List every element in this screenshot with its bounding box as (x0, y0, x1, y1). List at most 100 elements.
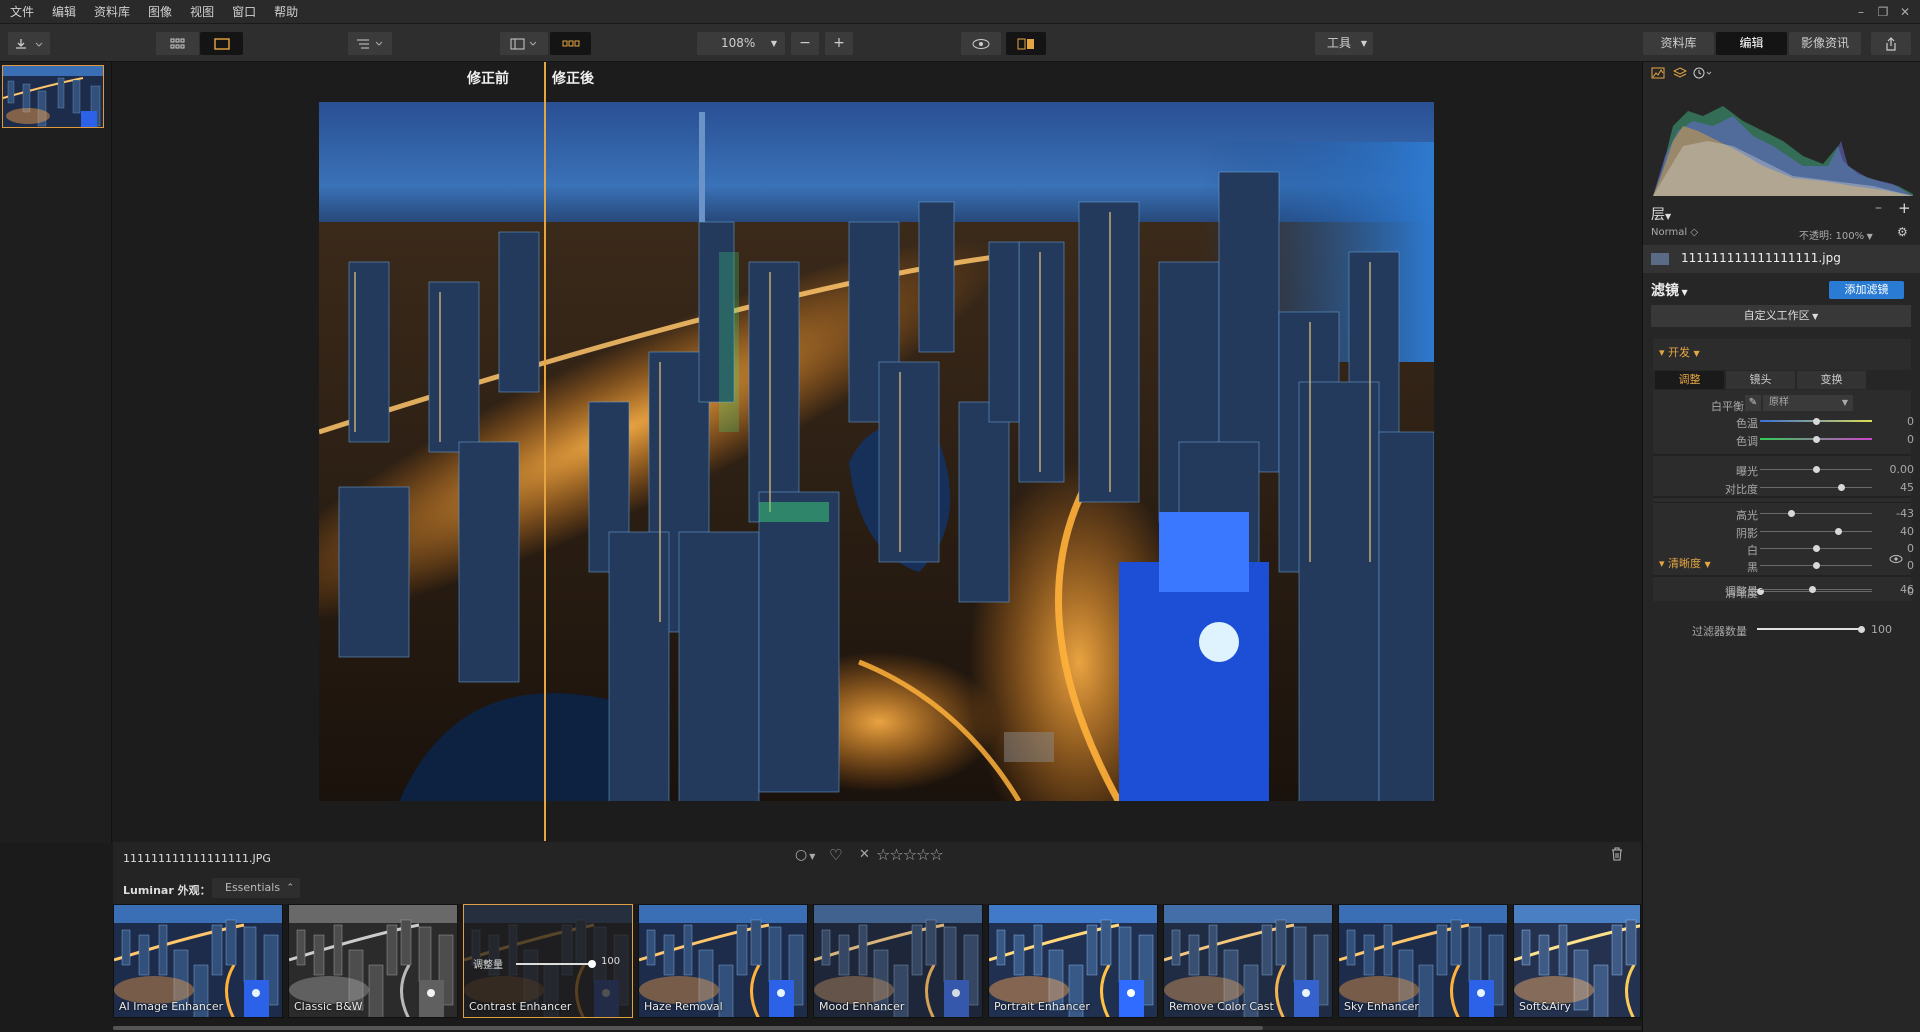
menu-image[interactable]: 图像 (139, 0, 181, 24)
gear-icon[interactable]: ⚙ (1897, 225, 1908, 239)
compare-toggle-button[interactable] (1006, 32, 1046, 55)
filter-amount-slider[interactable]: 过滤器数量 100 (1643, 620, 1920, 640)
preset-contrast-enhancer[interactable]: 调整量 100 Contrast Enhancer (463, 904, 633, 1018)
filters-header: 滤镜 ▼ (1651, 280, 1688, 300)
blend-mode-select[interactable]: Normal ◇ (1651, 227, 1698, 238)
sidebar-toggle-button[interactable] (500, 32, 548, 55)
import-button[interactable] (8, 32, 50, 55)
tab-adjust[interactable]: 调整 (1655, 371, 1724, 389)
filter-amount-track[interactable] (1757, 628, 1861, 630)
share-button[interactable] (1871, 32, 1911, 55)
workspace-dropdown[interactable]: 自定义工作区 ▼ (1651, 305, 1911, 327)
star-icon[interactable]: ☆ (889, 845, 903, 864)
filter-amount-knob[interactable] (1858, 626, 1865, 633)
white-balance-select[interactable]: 原样 ▼ (1763, 395, 1853, 411)
compare-divider[interactable] (544, 62, 546, 841)
chevron-down-icon: ▼ (1360, 39, 1367, 48)
contrast-slider[interactable]: 对比度 45 (1643, 478, 1920, 498)
star-icon[interactable]: ☆ (903, 845, 917, 864)
tools-dropdown[interactable]: 工具 ▼ (1315, 32, 1373, 55)
opacity-value: 不透明: 100% (1799, 231, 1865, 242)
menu-help[interactable]: 帮助 (265, 0, 307, 24)
exposure-knob[interactable] (1813, 466, 1820, 473)
highlights-slider[interactable]: 高光 -43 (1643, 504, 1920, 524)
menu-edit[interactable]: 编辑 (43, 0, 85, 24)
tab-transform[interactable]: 变换 (1797, 371, 1866, 389)
clarity-amount-track[interactable] (1760, 589, 1872, 590)
tab-library[interactable]: 资料库 (1643, 32, 1714, 55)
tint-knob[interactable] (1813, 436, 1820, 443)
add-layer-button[interactable]: + (1898, 199, 1911, 217)
preset-ai-image-enhancer[interactable]: AI Image Enhancer (113, 904, 283, 1018)
shadows-track[interactable] (1760, 531, 1872, 532)
preset-soft-airy[interactable]: Soft&Airy (1513, 904, 1641, 1018)
preset-scrollbar[interactable] (113, 1026, 1641, 1030)
layer-row[interactable]: 111111111111111111.jpg (1643, 245, 1920, 273)
preset-remove-color-cast[interactable]: Remove Color Cast (1163, 904, 1333, 1018)
contrast-knob[interactable] (1837, 484, 1845, 491)
clarity-amount-knob[interactable] (1808, 586, 1816, 593)
temperature-knob[interactable] (1813, 418, 1820, 425)
reject-icon[interactable]: ✕ (859, 847, 870, 862)
minimize-button[interactable]: – (1850, 2, 1872, 22)
menu-window[interactable]: 窗口 (223, 0, 265, 24)
clarity-amount-slider[interactable]: 调整量 46 (1643, 580, 1920, 600)
sort-button[interactable] (348, 32, 392, 55)
contrast-track[interactable] (1760, 487, 1872, 488)
eyedropper-icon[interactable]: ✎ (1745, 395, 1761, 411)
looks-category-dropdown[interactable]: Essentials ⌃ (212, 878, 300, 898)
layers-icon[interactable] (1673, 67, 1687, 79)
menu-view[interactable]: 视图 (181, 0, 223, 24)
gallery-view-button[interactable] (156, 32, 199, 55)
trash-button[interactable] (1610, 846, 1624, 862)
zoom-out-button[interactable]: − (791, 32, 819, 55)
close-window-button[interactable]: ✕ (1894, 2, 1916, 22)
layers-label: 层▼ (1651, 204, 1671, 224)
highlights-knob[interactable] (1788, 510, 1796, 517)
flag-button[interactable]: ○ ▼ (795, 847, 815, 863)
tint-slider[interactable]: 色调 0 (1643, 430, 1920, 450)
history-icon[interactable] (1693, 67, 1715, 79)
temperature-slider[interactable]: 色温 0 (1643, 412, 1920, 432)
heart-icon[interactable]: ♡ (829, 846, 842, 864)
opacity-select[interactable]: 不透明: 100% ▼ (1799, 227, 1873, 242)
zoom-in-button[interactable]: + (825, 32, 853, 55)
preset-portrait-enhancer[interactable]: Portrait Enhancer (988, 904, 1158, 1018)
menu-bar: 文件 编辑 资料库 图像 视图 窗口 帮助 (0, 0, 1920, 24)
photo-canvas[interactable] (319, 102, 1434, 801)
tab-edit[interactable]: 编辑 (1716, 32, 1787, 55)
highlights-label: 高光 (1736, 509, 1758, 522)
filmstrip-toggle-button[interactable] (550, 32, 591, 55)
preset-haze-removal[interactable]: Haze Removal (638, 904, 808, 1018)
develop-header[interactable]: ▾ 开发 ▼ (1659, 344, 1700, 360)
shadows-knob[interactable] (1835, 528, 1843, 535)
preset-amount-slider[interactable] (516, 963, 592, 965)
filmstrip-thumbnail[interactable] (2, 65, 104, 128)
menu-file[interactable]: 文件 (0, 0, 43, 24)
blacks-slider[interactable]: 黑0 (1643, 556, 1920, 576)
single-view-button[interactable] (200, 32, 243, 55)
preset-mood-enhancer[interactable]: Mood Enhancer (813, 904, 983, 1018)
zoom-select[interactable]: 108% ▼ (697, 32, 785, 55)
remove-layer-button[interactable]: – (1875, 200, 1882, 216)
preview-toggle-button[interactable] (961, 32, 1001, 55)
histogram-icon[interactable] (1651, 67, 1665, 79)
whites-knob[interactable] (1813, 545, 1820, 552)
star-icon[interactable]: ☆ (929, 845, 943, 864)
preset-amount-knob[interactable] (588, 960, 596, 968)
preset-sky-enhancer[interactable]: Sky Enhancer (1338, 904, 1508, 1018)
star-icon[interactable]: ☆ (916, 845, 930, 864)
star-rating[interactable]: ☆☆☆☆☆ (876, 845, 944, 864)
scrollbar-thumb[interactable] (113, 1026, 1263, 1030)
highlights-track[interactable] (1760, 513, 1872, 514)
exposure-value: 0.00 (1889, 463, 1915, 476)
star-icon[interactable]: ☆ (876, 845, 890, 864)
restore-button[interactable]: ❐ (1872, 2, 1894, 22)
tab-info[interactable]: 影像资讯 (1789, 32, 1861, 55)
tab-lens[interactable]: 镜头 (1726, 371, 1795, 389)
menu-library[interactable]: 资料库 (85, 0, 139, 24)
add-filter-button[interactable]: 添加滤镜 (1829, 281, 1904, 299)
exposure-slider[interactable]: 曝光 0.00 (1643, 460, 1920, 480)
blacks-knob[interactable] (1813, 562, 1820, 569)
preset-classic-bw[interactable]: Classic B&W (288, 904, 458, 1018)
